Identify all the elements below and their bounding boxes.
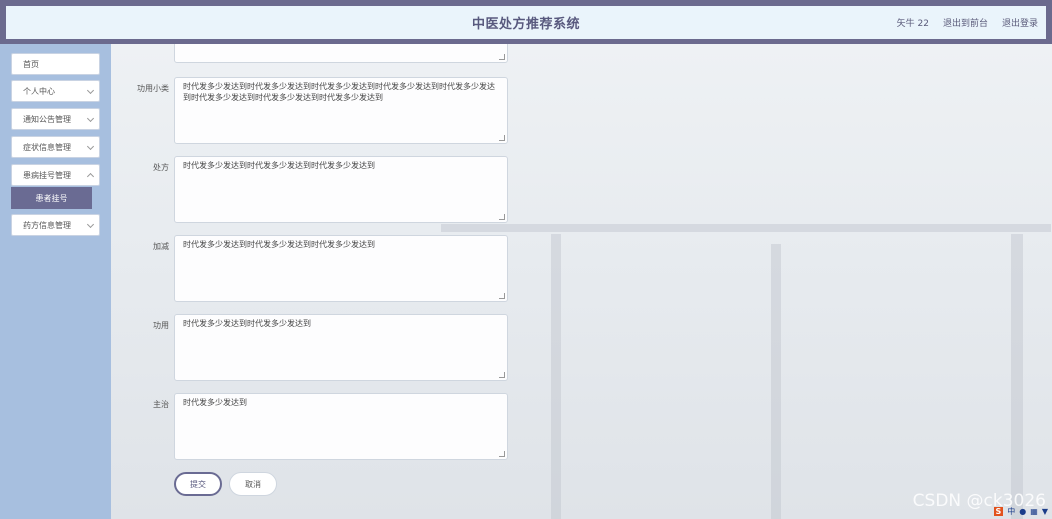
header-bar: 中医处方推荐系统 矢牛 22 退出到前台 退出登录 bbox=[0, 6, 1052, 39]
sidebar-item-label: 通知公告管理 bbox=[23, 114, 71, 124]
chevron-up-icon bbox=[86, 172, 95, 181]
bg-post bbox=[1011, 234, 1023, 519]
resize-grip-icon bbox=[499, 451, 505, 457]
resize-grip-icon bbox=[499, 293, 505, 299]
chevron-down-icon bbox=[86, 142, 95, 151]
app-title: 中医处方推荐系统 bbox=[471, 17, 580, 32]
header-actions: 矢牛 22 退出到前台 退出登录 bbox=[897, 6, 1038, 39]
function-subclass-textarea[interactable]: 时代发多少发达到时代发多少发达到时代发多少发达到时代发多少发达到时代发多少发达到… bbox=[174, 77, 508, 144]
main-content: 功用小类 时代发多少发达到时代发多少发达到时代发多少发达到时代发多少发达到时代发… bbox=[111, 44, 1052, 519]
function-textarea[interactable]: 时代发多少发达到时代发多少发达到 bbox=[174, 314, 508, 381]
chevron-down-icon bbox=[86, 220, 95, 229]
sidebar-item-label: 首页 bbox=[23, 59, 39, 69]
field-label: 功用 bbox=[153, 321, 169, 330]
sidebar-item-label: 个人中心 bbox=[23, 86, 55, 96]
chevron-down-icon bbox=[86, 114, 95, 123]
back-to-front-link[interactable]: 退出到前台 bbox=[943, 16, 988, 29]
bg-post bbox=[771, 244, 781, 519]
user-name: 矢牛 22 bbox=[896, 19, 929, 29]
ime-lang[interactable]: 中 bbox=[1007, 506, 1015, 517]
ime-toolbar[interactable]: S 中 ● ▦ ▼ bbox=[993, 504, 1048, 518]
ime-logo-icon: S bbox=[993, 506, 1004, 516]
sidebar-item-label: 药方信息管理 bbox=[23, 220, 71, 230]
cancel-button[interactable]: 取消 bbox=[229, 472, 277, 496]
field-label: 处方 bbox=[153, 163, 169, 172]
sidebar-item-registration[interactable]: 患病挂号管理 bbox=[11, 164, 100, 186]
indication-textarea[interactable]: 时代发多少发达到 bbox=[174, 393, 508, 460]
prescription-textarea[interactable]: 时代发多少发达到时代发多少发达到时代发多少发达到 bbox=[174, 156, 508, 223]
sidebar-subitem-patient-registration[interactable]: 患者挂号 bbox=[11, 187, 92, 209]
textarea-value: 时代发多少发达到时代发多少发达到时代发多少发达到 bbox=[183, 161, 375, 170]
keyboard-icon[interactable]: ▦ bbox=[1030, 507, 1038, 516]
field-label: 功用小类 bbox=[137, 84, 169, 93]
chevron-down-icon bbox=[86, 86, 95, 95]
bg-rail bbox=[441, 224, 1051, 232]
submit-button[interactable]: 提交 bbox=[174, 472, 222, 496]
sidebar-item-label: 症状信息管理 bbox=[23, 142, 71, 152]
sidebar-item-home[interactable]: 首页 bbox=[11, 53, 100, 75]
textarea-value: 时代发多少发达到 bbox=[183, 398, 247, 407]
resize-grip-icon bbox=[499, 135, 505, 141]
sidebar-item-symptom[interactable]: 症状信息管理 bbox=[11, 136, 100, 158]
shirt-icon[interactable]: ▼ bbox=[1042, 507, 1048, 516]
previous-field-textarea[interactable] bbox=[174, 44, 508, 63]
sidebar-item-label: 患病挂号管理 bbox=[23, 170, 71, 180]
logout-link[interactable]: 退出登录 bbox=[1002, 16, 1038, 29]
resize-grip-icon bbox=[499, 214, 505, 220]
textarea-value: 时代发多少发达到时代发多少发达到时代发多少发达到 bbox=[183, 240, 375, 249]
textarea-value: 时代发多少发达到时代发多少发达到时代发多少发达到时代发多少发达到时代发多少发达到… bbox=[183, 82, 495, 102]
textarea-value: 时代发多少发达到时代发多少发达到 bbox=[183, 319, 311, 328]
sidebar-item-notice[interactable]: 通知公告管理 bbox=[11, 108, 100, 130]
sidebar-item-label: 患者挂号 bbox=[35, 193, 68, 203]
sidebar-item-personal-center[interactable]: 个人中心 bbox=[11, 80, 100, 102]
mic-icon[interactable]: ● bbox=[1019, 507, 1026, 516]
field-label: 加减 bbox=[153, 242, 169, 251]
modification-textarea[interactable]: 时代发多少发达到时代发多少发达到时代发多少发达到 bbox=[174, 235, 508, 302]
resize-grip-icon bbox=[499, 54, 505, 60]
resize-grip-icon bbox=[499, 372, 505, 378]
sidebar: 首页 个人中心 通知公告管理 症状信息管理 患病挂号管理 患者挂号 药方信息管理 bbox=[0, 44, 111, 519]
field-label: 主治 bbox=[153, 400, 169, 409]
bg-post bbox=[551, 234, 561, 519]
sidebar-item-prescription[interactable]: 药方信息管理 bbox=[11, 214, 100, 236]
